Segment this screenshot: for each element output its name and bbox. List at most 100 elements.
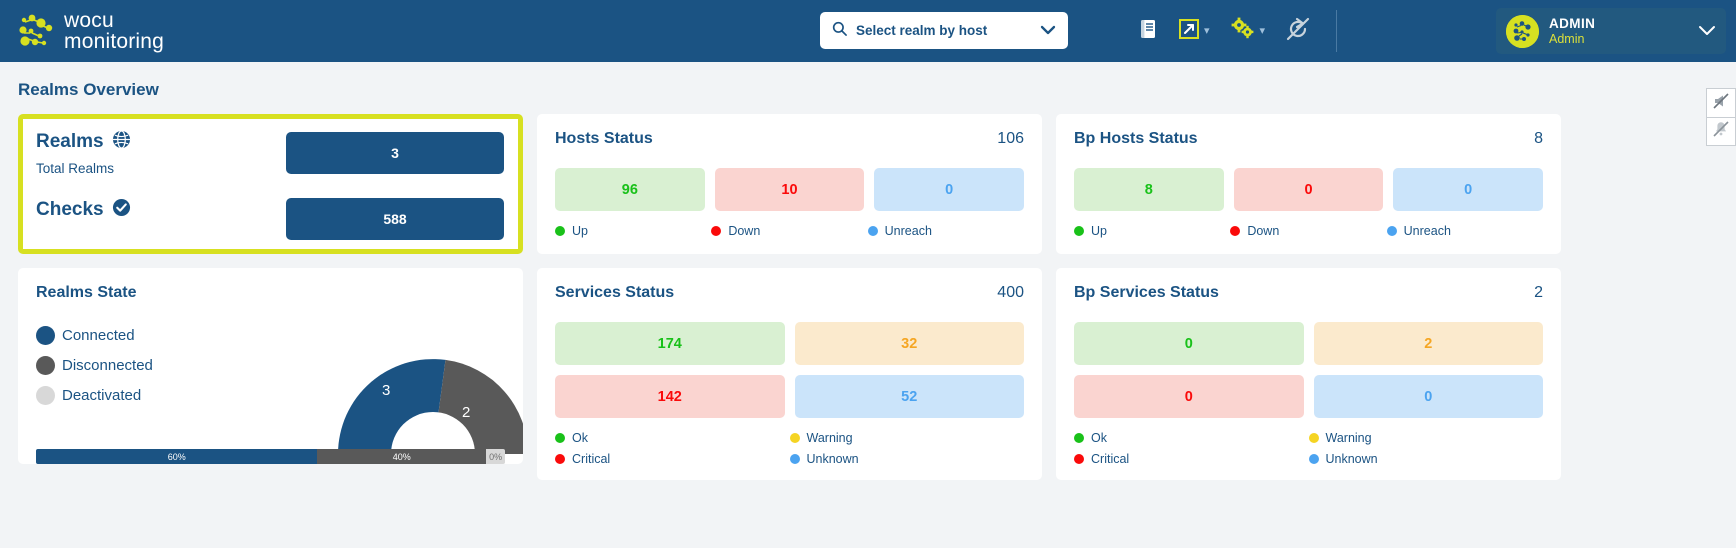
bp-hosts-status-tiles: 8 0 0 xyxy=(1074,168,1543,211)
app-logo[interactable]: wocu monitoring xyxy=(0,10,164,52)
legend-deactivated[interactable]: Deactivated xyxy=(36,386,286,405)
chevron-down-icon[interactable]: ▾ xyxy=(1260,25,1266,37)
legend-label: Down xyxy=(1247,224,1280,238)
legend-label: Warning xyxy=(1325,431,1372,445)
refresh-disabled-button[interactable] xyxy=(1277,16,1319,47)
tile-unknown[interactable]: 0 xyxy=(1313,375,1543,418)
progress-segment-deactivated: 0% xyxy=(486,449,505,464)
services-status-tiles: 174 32 142 52 xyxy=(555,322,1024,418)
legend-label: Ok xyxy=(1091,431,1107,445)
card-hosts-status: Hosts Status 106 96 10 0 Up Down Unreach xyxy=(537,114,1042,254)
checks-label-block: Checks xyxy=(36,198,286,222)
user-role: Admin xyxy=(1549,31,1585,46)
status-dot-up xyxy=(555,226,565,236)
user-menu[interactable]: ADMIN Admin xyxy=(1496,8,1726,54)
tile-warning[interactable]: 32 xyxy=(794,322,1024,365)
bp-services-status-tiles: 0 2 0 0 xyxy=(1074,322,1543,418)
external-link-button[interactable]: ▾ xyxy=(1170,18,1218,45)
realms-row-checks: Checks 588 xyxy=(36,198,505,240)
hosts-status-title: Hosts Status xyxy=(555,130,653,147)
legend-critical: Critical xyxy=(555,452,790,466)
legend-label: Up xyxy=(1091,224,1107,238)
status-dot-warning xyxy=(789,433,800,443)
legend-connected[interactable]: Connected xyxy=(36,326,286,345)
realms-state-progress-bar[interactable]: 60% 40% 0% xyxy=(36,449,505,464)
realms-total-button[interactable]: 3 xyxy=(286,132,504,174)
mute-notifications-icon xyxy=(1712,120,1730,143)
gears-settings-icon xyxy=(1230,17,1256,46)
tile-critical[interactable]: 142 xyxy=(555,375,785,418)
tile-ok[interactable]: 0 xyxy=(1074,322,1304,365)
bp-hosts-status-title: Bp Hosts Status xyxy=(1074,130,1198,147)
legend-disconnected[interactable]: Disconnected xyxy=(36,356,286,375)
bp-services-status-title: Bp Services Status xyxy=(1074,284,1219,301)
legend-unreach: Unreach xyxy=(1386,224,1543,238)
tile-ok[interactable]: 174 xyxy=(555,322,785,365)
mute-announcements-button[interactable] xyxy=(1707,89,1735,117)
card-bp-hosts-status: Bp Hosts Status 8 8 0 0 Up Down Unreach xyxy=(1056,114,1561,254)
status-dot-down xyxy=(711,226,722,236)
tile-warning[interactable]: 2 xyxy=(1313,322,1543,365)
realms-heading: Realms xyxy=(36,130,286,154)
checks-heading: Checks xyxy=(36,198,286,222)
chevron-down-icon[interactable] xyxy=(1698,23,1716,40)
progress-segment-connected: 60% xyxy=(36,449,318,464)
legend-label: Warning xyxy=(806,431,853,445)
dashboard-grid: Realms Total Realms 3 Checks 588 Hosts S… xyxy=(0,114,1736,480)
tile-unreach[interactable]: 0 xyxy=(1393,168,1543,211)
hosts-status-tiles: 96 10 0 xyxy=(555,168,1024,211)
mute-announcements-icon xyxy=(1712,92,1730,115)
checks-total-button[interactable]: 588 xyxy=(286,198,504,240)
realms-state-legend: Connected Disconnected Deactivated xyxy=(36,326,286,436)
user-identity: ADMIN Admin xyxy=(1549,16,1688,46)
card-bp-services-status: Bp Services Status 2 0 2 0 0 Ok Warning … xyxy=(1056,268,1561,480)
realms-title: Realms xyxy=(36,131,104,152)
donut-value-disconnected: 2 xyxy=(462,404,471,421)
legend-ok: Ok xyxy=(1074,431,1309,445)
tile-unknown[interactable]: 52 xyxy=(794,375,1024,418)
tile-down[interactable]: 0 xyxy=(1233,168,1384,211)
tile-critical[interactable]: 0 xyxy=(1074,375,1304,418)
realms-state-title: Realms State xyxy=(36,284,137,301)
refresh-disabled-icon xyxy=(1285,16,1311,47)
search-icon xyxy=(832,21,847,41)
status-dot-critical xyxy=(555,454,565,464)
docs-book-button[interactable] xyxy=(1130,18,1166,45)
realms-label-block: Realms Total Realms xyxy=(36,130,286,176)
status-dot-ok xyxy=(555,433,565,443)
tile-unreach[interactable]: 0 xyxy=(874,168,1024,211)
status-dot-disconnected xyxy=(36,356,55,375)
legend-label: Ok xyxy=(572,431,588,445)
chevron-down-icon[interactable]: ▾ xyxy=(1204,25,1210,37)
services-status-total: 400 xyxy=(997,284,1024,301)
realm-search-select[interactable]: Select realm by host xyxy=(820,12,1068,49)
tile-down[interactable]: 10 xyxy=(714,168,865,211)
tile-up[interactable]: 96 xyxy=(555,168,705,211)
chevron-down-icon[interactable] xyxy=(1040,22,1056,40)
legend-warning: Warning xyxy=(1308,431,1544,445)
legend-label: Critical xyxy=(572,452,611,466)
tile-up[interactable]: 8 xyxy=(1074,168,1224,211)
globe-icon xyxy=(112,130,131,154)
progress-segment-disconnected: 40% xyxy=(317,449,487,464)
legend-unknown: Unknown xyxy=(1308,452,1544,466)
settings-gears-button[interactable]: ▾ xyxy=(1222,17,1274,46)
realms-state-donut-chart[interactable]: 3 2 xyxy=(286,326,523,454)
search-input-placeholder[interactable]: Select realm by host xyxy=(856,23,1031,38)
realms-row-total: Realms Total Realms 3 xyxy=(36,130,505,176)
hosts-status-legend: Up Down Unreach xyxy=(555,224,1024,238)
status-dot-warning xyxy=(1308,433,1319,443)
legend-ok: Ok xyxy=(555,431,790,445)
docs-book-icon xyxy=(1138,18,1158,45)
avatar xyxy=(1506,14,1539,48)
legend-warning: Warning xyxy=(789,431,1025,445)
realms-subtitle: Total Realms xyxy=(36,161,115,176)
header-divider xyxy=(1336,10,1337,52)
card-services-status: Services Status 400 174 32 142 52 Ok War… xyxy=(537,268,1042,480)
check-circle-icon xyxy=(112,198,131,222)
mute-notifications-button[interactable] xyxy=(1707,117,1735,145)
user-name: ADMIN xyxy=(1549,16,1596,32)
logo-wordmark: wocu monitoring xyxy=(64,10,164,52)
legend-label: Up xyxy=(572,224,588,238)
legend-label: Down xyxy=(728,224,761,238)
